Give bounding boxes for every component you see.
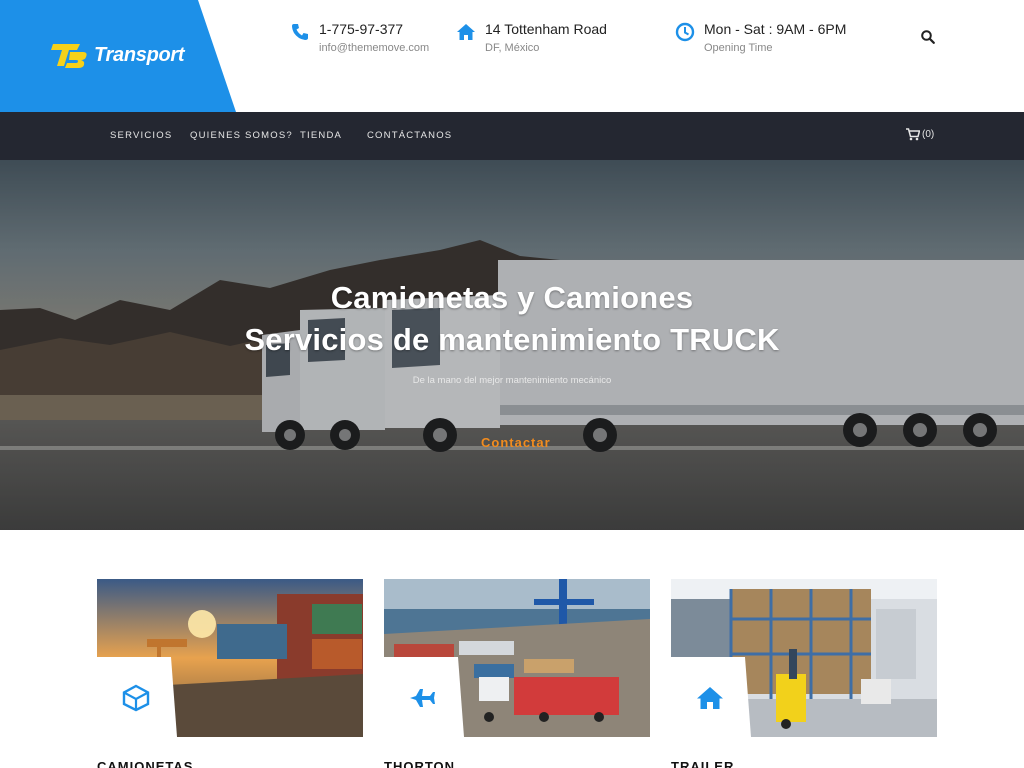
hero-banner: Camionetas y Camiones Servicios de mante…	[0, 160, 1024, 530]
service-title: CAMIONETAS	[97, 759, 194, 768]
hours-label: Opening Time	[704, 42, 773, 54]
clock-icon	[675, 22, 695, 42]
box-icon	[122, 684, 150, 712]
logo-mark-icon	[51, 44, 87, 68]
hero-title-line1: Camionetas y Camiones	[330, 280, 694, 315]
address-city: DF, México	[485, 42, 540, 54]
hours-text: Mon - Sat : 9AM - 6PM	[704, 21, 847, 37]
service-title: TRAILER	[671, 759, 735, 768]
main-nav: SERVICIOS QUIENES SOMOS? TIENDA CONTÁCTA…	[0, 112, 1024, 160]
cart-button[interactable]: (0)	[906, 128, 934, 141]
contact-phone: 1-775-97-377 info@thememove.com	[290, 20, 450, 60]
header: Transport 1-775-97-377 info@thememove.co…	[0, 0, 1024, 112]
phone-number[interactable]: 1-775-97-377	[319, 21, 403, 37]
cart-count: (0)	[922, 129, 935, 140]
email[interactable]: info@thememove.com	[319, 42, 429, 54]
search-icon[interactable]	[920, 29, 936, 45]
home-icon	[457, 24, 475, 40]
service-card-thorton[interactable]: THORTON	[384, 579, 650, 768]
nav-item-quienes-somos[interactable]: QUIENES SOMOS?	[190, 130, 293, 141]
home-icon	[697, 687, 723, 709]
service-card-trailer[interactable]: TRAILER	[671, 579, 937, 768]
nav-item-tienda[interactable]: TIENDA	[300, 130, 342, 141]
address-line: 14 Tottenham Road	[485, 21, 607, 37]
hero-title-line2: Servicios de mantenimiento TRUCK	[244, 322, 780, 357]
service-title: THORTON	[384, 759, 456, 768]
brand-name: Transport	[94, 43, 185, 66]
nav-item-servicios[interactable]: SERVICIOS	[110, 130, 172, 141]
plane-icon	[410, 689, 435, 707]
contact-address: 14 Tottenham Road DF, México	[456, 20, 646, 60]
logo[interactable]: Transport	[50, 38, 185, 72]
service-card-camionetas[interactable]: CAMIONETAS	[97, 579, 363, 768]
opening-hours: Mon - Sat : 9AM - 6PM Opening Time	[675, 20, 875, 60]
phone-icon	[292, 24, 308, 40]
nav-item-contactanos[interactable]: CONTÁCTANOS	[367, 130, 452, 141]
cart-icon	[906, 128, 920, 141]
hero-subtitle: De la mano del mejor mantenimiento mecán…	[412, 375, 612, 386]
contact-cta-button[interactable]: Contactar	[481, 435, 551, 450]
